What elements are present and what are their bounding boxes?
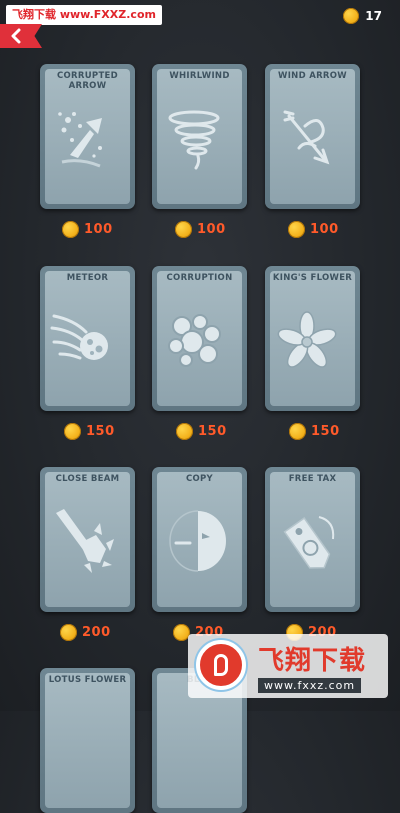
coin-icon [175,221,192,238]
skill-card-wind-arrow[interactable]: WIND ARROW [265,64,360,209]
card-title: WIND ARROW [278,71,347,81]
card-title: COPY [185,474,214,484]
skill-card-copy[interactable]: COPY [152,467,247,612]
free-tax-icon [283,516,335,569]
price-tag: 150 [64,423,115,440]
skill-card-close-beam[interactable]: CLOSE BEAM [40,467,135,612]
whirlwind-icon [168,110,220,170]
skill-card-whirlwind[interactable]: WHIRLWIND [152,64,247,209]
corrupted-arrow-icon [58,112,102,168]
card-title: FREE TAX [288,474,337,484]
price-value: 150 [198,424,227,439]
coin-icon [62,221,79,238]
copy-icon [169,510,226,572]
fxxz-logo-icon [196,640,246,690]
coin-icon [288,221,305,238]
price-value: 200 [82,625,111,640]
card-title: LOTUS FLOWER [48,675,127,685]
price-value: 150 [86,424,115,439]
skill-card-lotus-flower[interactable]: LOTUS FLOWER [40,668,135,813]
meteor-icon [50,314,108,360]
coin-icon [64,423,81,440]
price-tag: 100 [175,221,226,238]
watermark-title: 飞翔下载 [258,646,367,676]
skill-card-corruption[interactable]: CORRUPTION [152,266,247,411]
price-tag: 150 [289,423,340,440]
coin-icon [289,423,306,440]
skill-card-meteor[interactable]: METEOR [40,266,135,411]
wind-arrow-icon [283,110,330,165]
card-title: WHIRLWIND [169,71,230,81]
card-title: KING'S FLOWER [272,273,353,283]
close-beam-icon [56,509,114,573]
price-value: 100 [197,222,226,237]
price-value: 100 [84,222,113,237]
price-value: 150 [311,424,340,439]
card-title: CLOSE BEAM [55,474,120,484]
watermark-logo: 飞翔下载 www.fxxz.com [188,634,388,698]
coin-icon [60,624,77,641]
skill-card-free-tax[interactable]: FREE TAX [265,467,360,612]
skill-card-grid: CORRUPTED ARROW 100 WHIRLWIND 100 WIND A… [0,0,400,813]
skill-card-kings-flower[interactable]: KING'S FLOWER [265,266,360,411]
coin-icon [176,423,193,440]
card-title: CORRUPTED ARROW [56,71,119,91]
card-title: CORRUPTION [166,273,233,283]
card-title: METEOR [66,273,109,283]
corruption-icon [168,314,221,367]
price-value: 100 [310,222,339,237]
price-tag: 200 [60,624,111,641]
kings-flower-icon [277,311,337,368]
price-tag: 100 [62,221,113,238]
price-tag: 100 [288,221,339,238]
skill-card-corrupted-arrow[interactable]: CORRUPTED ARROW [40,64,135,209]
watermark-url: www.fxxz.com [258,678,362,693]
price-tag: 150 [176,423,227,440]
